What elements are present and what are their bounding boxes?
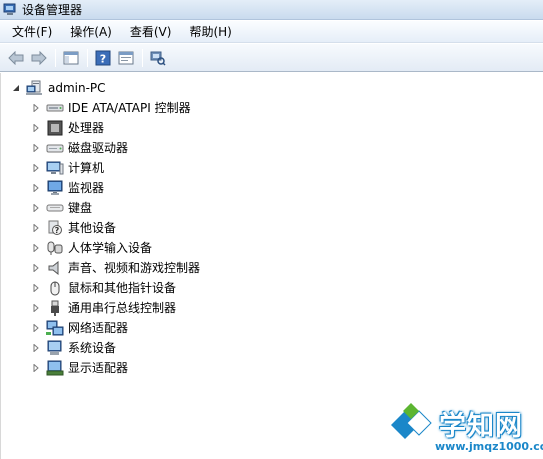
tree-item-label: IDE ATA/ATAPI 控制器 <box>68 101 191 115</box>
back-button[interactable] <box>6 48 26 68</box>
help-button[interactable]: ? <box>93 48 113 68</box>
tree-item-label: 显示适配器 <box>68 361 129 375</box>
toolbar-separator <box>87 48 88 67</box>
keyboard-icon <box>46 200 64 216</box>
tree-item[interactable]: 显示适配器 <box>31 359 128 377</box>
watermark-url: www.jmqz1000.com <box>435 440 543 453</box>
ide-controller-icon <box>46 100 64 116</box>
expand-triangle-icon[interactable] <box>31 303 41 313</box>
scan-hardware-button[interactable] <box>148 48 168 68</box>
tree-item[interactable]: 计算机 <box>31 159 104 177</box>
tree-root-label: admin-PC <box>48 81 106 95</box>
speaker-icon <box>46 260 64 276</box>
show-hide-tree-button[interactable] <box>61 48 81 68</box>
properties-icon <box>118 51 134 64</box>
tree-item[interactable]: 鼠标和其他指针设备 <box>31 279 176 297</box>
expand-triangle-icon[interactable] <box>31 103 41 113</box>
tree-item[interactable]: IDE ATA/ATAPI 控制器 <box>31 99 191 117</box>
expand-triangle-icon[interactable] <box>31 163 41 173</box>
computer-icon <box>46 160 64 176</box>
tree-item-label: 处理器 <box>68 121 105 135</box>
expand-triangle-icon[interactable] <box>31 143 41 153</box>
tree-item-label: 声音、视频和游戏控制器 <box>68 261 201 275</box>
tree-item-label: 计算机 <box>68 161 105 175</box>
display-adapter-icon <box>46 360 64 376</box>
expand-triangle-icon[interactable] <box>31 183 41 193</box>
tree-item[interactable]: 监视器 <box>31 179 104 197</box>
expand-triangle-icon[interactable] <box>31 343 41 353</box>
system-devices-icon <box>46 340 64 356</box>
menu-action[interactable]: 操作(A) <box>64 22 118 42</box>
network-adapter-icon <box>46 320 64 336</box>
watermark-title: 学知网 <box>439 411 523 442</box>
tree-item[interactable]: ? 其他设备 <box>31 219 116 237</box>
tree-item[interactable]: 磁盘驱动器 <box>31 139 128 157</box>
tree-item-label: 系统设备 <box>68 341 117 355</box>
toolbar: ? <box>0 44 543 72</box>
scan-hardware-icon <box>150 51 166 66</box>
tree-item-label: 磁盘驱动器 <box>68 141 129 155</box>
expand-triangle-icon[interactable] <box>31 123 41 133</box>
menu-help[interactable]: 帮助(H) <box>183 22 237 42</box>
tree-item-label: 监视器 <box>68 181 105 195</box>
menu-view[interactable]: 查看(V) <box>124 22 178 42</box>
svg-text:?: ? <box>55 226 60 235</box>
properties-button[interactable] <box>116 48 136 68</box>
hid-icon <box>46 240 64 256</box>
watermark-logo-icon <box>391 403 432 439</box>
expand-triangle-icon[interactable] <box>31 203 41 213</box>
usb-icon <box>46 300 64 316</box>
tree-item[interactable]: 处理器 <box>31 119 104 137</box>
tree-item-label: 键盘 <box>68 201 93 215</box>
tree-item[interactable]: 网络适配器 <box>31 319 128 337</box>
tree-item-label: 通用串行总线控制器 <box>68 301 177 315</box>
tree-item-label: 人体学输入设备 <box>68 241 153 255</box>
computer-icon <box>26 80 44 96</box>
forward-arrow-icon <box>31 50 47 65</box>
expand-triangle-icon[interactable] <box>31 263 41 273</box>
tree-item[interactable]: 通用串行总线控制器 <box>31 299 176 317</box>
expand-triangle-icon[interactable] <box>31 223 41 233</box>
tree-item[interactable]: 系统设备 <box>31 339 116 357</box>
toolbar-separator <box>142 48 143 67</box>
tree-item[interactable]: 键盘 <box>31 199 92 217</box>
tree-item-label: 网络适配器 <box>68 321 129 335</box>
tree-item[interactable]: 人体学输入设备 <box>31 239 152 257</box>
tree-item[interactable]: 声音、视频和游戏控制器 <box>31 259 200 277</box>
other-devices-icon: ? <box>46 220 64 236</box>
back-arrow-icon <box>8 50 24 65</box>
svg-text:?: ? <box>100 52 106 65</box>
menu-file[interactable]: 文件(F) <box>6 22 58 42</box>
menu-bar: 文件(F) 操作(A) 查看(V) 帮助(H) <box>0 21 543 43</box>
expand-triangle-icon[interactable] <box>31 283 41 293</box>
processor-icon <box>46 120 64 136</box>
device-tree[interactable]: admin-PC IDE ATA/ATAPI 控制器 处理器 磁盘驱动器 计算机 <box>0 73 543 459</box>
forward-button[interactable] <box>29 48 49 68</box>
tree-item-label: 鼠标和其他指针设备 <box>68 281 177 295</box>
show-hide-console-tree-icon <box>63 51 79 64</box>
expand-triangle-icon[interactable] <box>31 323 41 333</box>
toolbar-separator <box>55 48 56 67</box>
collapse-triangle-icon[interactable] <box>11 83 21 93</box>
disk-drive-icon <box>46 140 64 156</box>
expand-triangle-icon[interactable] <box>31 243 41 253</box>
help-icon: ? <box>95 50 111 65</box>
window-title: 设备管理器 <box>22 3 83 17</box>
expand-triangle-icon[interactable] <box>31 363 41 373</box>
title-bar: 设备管理器 <box>0 0 543 20</box>
tree-root[interactable]: admin-PC <box>11 79 106 97</box>
monitor-icon <box>46 180 64 196</box>
tree-item-label: 其他设备 <box>68 221 117 235</box>
mouse-icon <box>46 280 64 296</box>
device-manager-icon <box>3 3 16 15</box>
